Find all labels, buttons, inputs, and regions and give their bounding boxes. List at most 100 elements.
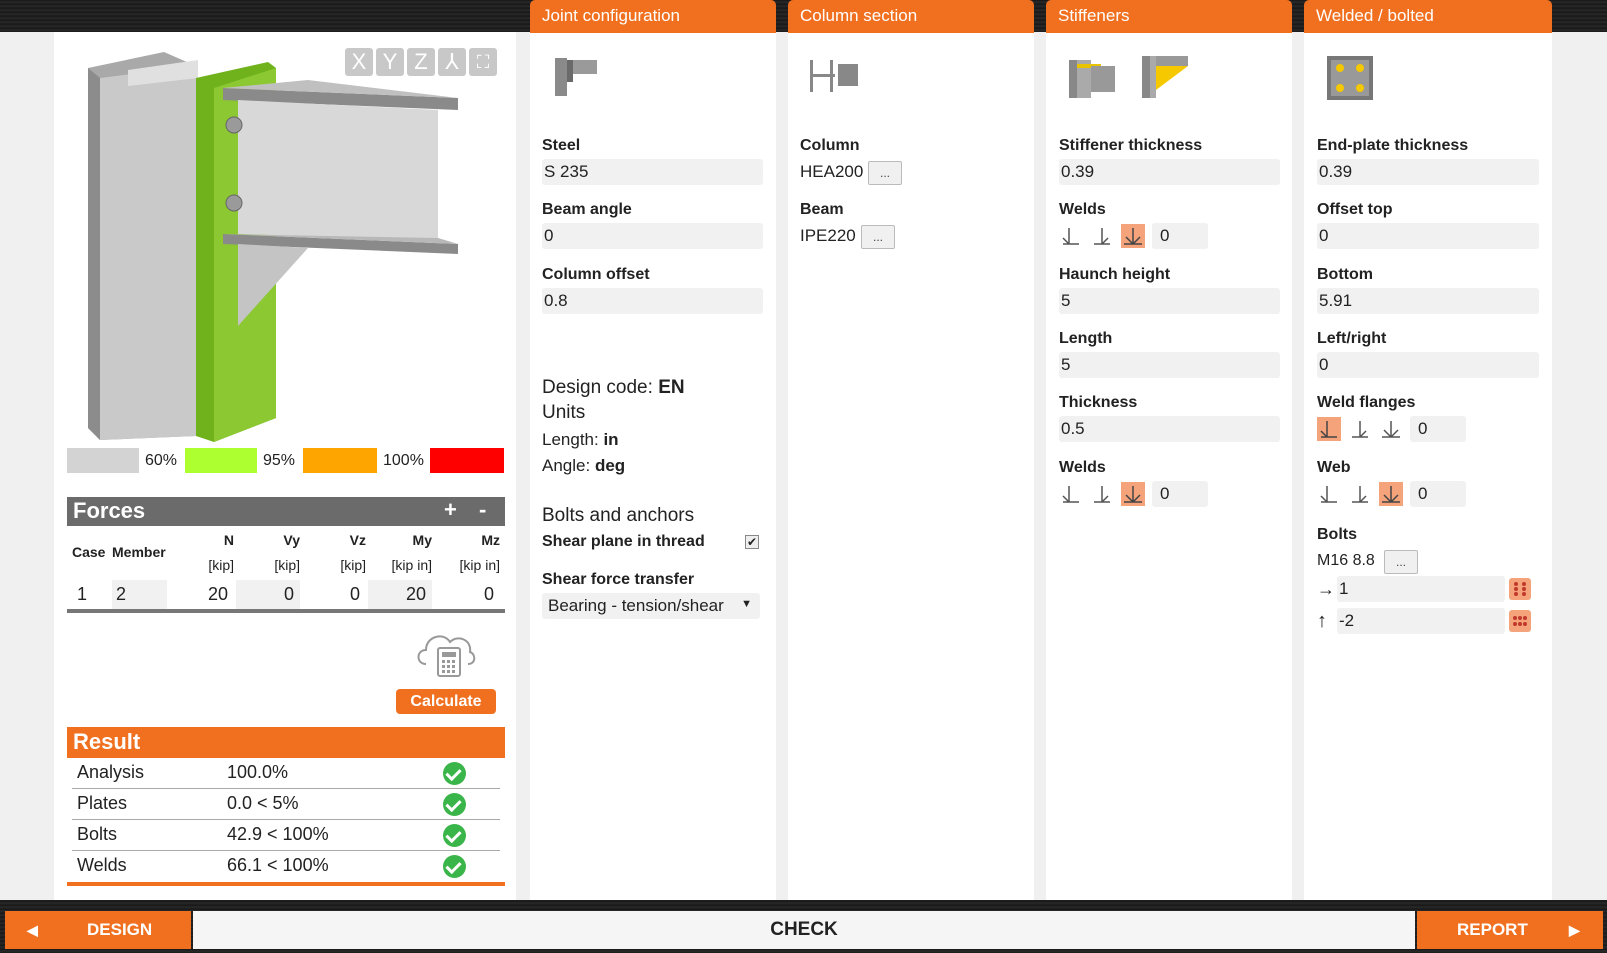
offset-bottom-field[interactable]: 5.91	[1317, 288, 1539, 314]
cell-vy[interactable]: 0	[236, 580, 300, 609]
cell-my[interactable]: 20	[368, 580, 432, 609]
tab-stiffeners[interactable]: Stiffeners	[1046, 0, 1292, 33]
shear-plane-label: Shear plane in thread	[542, 533, 705, 550]
column-label: Column	[800, 137, 860, 154]
column-browse-button[interactable]: ...	[868, 161, 902, 185]
column-offset-field[interactable]: 0.8	[542, 288, 763, 314]
weld-fillet-right-icon[interactable]	[1348, 482, 1372, 506]
bolt-pattern-icon[interactable]	[1509, 610, 1531, 632]
weld-fillet-single-icon[interactable]	[1059, 482, 1083, 506]
weld-fillet-double-icon[interactable]	[1379, 417, 1403, 441]
haunch-type-icon[interactable]	[1140, 54, 1190, 100]
view-iso-button[interactable]: ⅄	[438, 48, 466, 76]
bolts-anchors-heading: Bolts and anchors	[542, 505, 695, 526]
cell-vz[interactable]: 0	[302, 580, 366, 609]
haunch-length-field[interactable]: 5	[1059, 352, 1280, 378]
design-code-value: EN	[658, 377, 685, 398]
check-tab[interactable]: CHECK	[193, 911, 1415, 949]
stiffener-type-icon[interactable]	[1067, 56, 1117, 100]
result-row-plates: Plates 0.0 < 5%	[72, 789, 500, 820]
tab-welded-bolted[interactable]: Welded / bolted	[1304, 0, 1552, 33]
haunch-length-label: Length	[1059, 330, 1113, 347]
check-ok-icon	[443, 855, 466, 878]
check-ok-icon	[443, 824, 466, 847]
haunch-height-label: Haunch height	[1059, 266, 1171, 283]
bolt-rows-horizontal-field[interactable]: 1	[1337, 576, 1505, 602]
fullscreen-icon[interactable]: ⛶	[469, 48, 497, 76]
beam-browse-button[interactable]: ...	[861, 225, 895, 249]
tab-column-section[interactable]: Column section	[788, 0, 1034, 33]
offset-top-field[interactable]: 0	[1317, 223, 1539, 249]
angle-units: Angle: deg	[542, 456, 625, 476]
bolt-pattern-icon[interactable]	[1509, 578, 1531, 600]
add-load-button[interactable]: +	[444, 497, 457, 523]
view-x-button[interactable]: X	[345, 48, 373, 76]
legend-swatch-green	[185, 448, 257, 473]
steel-field[interactable]: S 235	[542, 159, 763, 185]
col-vz: Vz	[349, 532, 366, 548]
view-y-button[interactable]: Y	[376, 48, 404, 76]
weld-fillet-right-icon[interactable]	[1348, 417, 1372, 441]
bolted-endplate-icon[interactable]	[1325, 54, 1375, 102]
haunch-welds-field[interactable]: 0	[1152, 481, 1208, 507]
joint-type-icon[interactable]	[553, 56, 599, 98]
result-name: Welds	[77, 855, 127, 875]
shear-transfer-select[interactable]: Bearing - tension/shear ▼	[542, 593, 760, 619]
result-row-analysis: Analysis 100.0%	[72, 758, 500, 789]
left-right-field[interactable]: 0	[1317, 352, 1539, 378]
offset-bottom-label: Bottom	[1317, 266, 1373, 283]
web-weld-field[interactable]: 0	[1410, 481, 1466, 507]
legend-swatch-gray	[67, 448, 139, 473]
stiffener-welds-field[interactable]: 0	[1152, 223, 1208, 249]
units-label: Units	[542, 402, 586, 423]
bolts-browse-button[interactable]: ...	[1384, 550, 1418, 574]
result-row-bolts: Bolts 42.9 < 100%	[72, 820, 500, 851]
beam-angle-field[interactable]: 0	[542, 223, 763, 249]
tab-joint-configuration[interactable]: Joint configuration	[530, 0, 776, 33]
weld-flanges-field[interactable]: 0	[1410, 416, 1466, 442]
report-button[interactable]: REPORT ▶	[1417, 911, 1603, 949]
report-label: REPORT	[1457, 920, 1528, 939]
endplate-thickness-field[interactable]: 0.39	[1317, 159, 1539, 185]
cell-n[interactable]: 20	[170, 580, 234, 609]
col-case: Case	[72, 544, 106, 560]
haunch-thickness-field[interactable]: 0.5	[1059, 416, 1280, 442]
view-z-button[interactable]: Z	[407, 48, 435, 76]
calculate-button[interactable]: Calculate	[396, 689, 496, 714]
design-code-label: Design code:	[542, 377, 659, 398]
haunch-height-field[interactable]: 5	[1059, 288, 1280, 314]
angle-units-value: deg	[594, 456, 626, 475]
result-underline	[67, 882, 505, 886]
dropdown-arrow-icon: ▼	[741, 598, 752, 610]
cell-mz[interactable]: 0	[434, 580, 500, 609]
bolt-rows-vertical-field[interactable]: -2	[1337, 608, 1505, 634]
cell-member[interactable]: 2	[112, 580, 167, 609]
weld-fillet-single-icon[interactable]	[1317, 482, 1341, 506]
col-member: Member	[112, 544, 166, 560]
weld-fillet-double-icon[interactable]	[1121, 224, 1145, 248]
cloud-calculator-icon	[417, 635, 476, 677]
weld-fillet-double-icon[interactable]	[1121, 482, 1145, 506]
section-type-icon[interactable]	[808, 58, 860, 94]
shear-plane-checkbox[interactable]: ✔	[745, 535, 759, 549]
weld-fillet-right-icon[interactable]	[1090, 224, 1114, 248]
weld-fillet-single-icon[interactable]	[1317, 417, 1341, 441]
length-units: Length: in	[542, 430, 619, 450]
stiffener-thickness-label: Stiffener thickness	[1059, 137, 1203, 154]
result-value: 0.0 < 5%	[227, 793, 299, 813]
weld-flanges-label: Weld flanges	[1317, 394, 1416, 411]
joint-3d-view[interactable]	[78, 48, 478, 448]
beam-angle-label: Beam angle	[542, 201, 632, 218]
unit-mz: [kip in]	[459, 557, 500, 573]
result-name: Analysis	[77, 762, 145, 782]
result-value: 100.0%	[227, 762, 289, 782]
stiffener-thickness-field[interactable]: 0.39	[1059, 159, 1280, 185]
weld-fillet-right-icon[interactable]	[1090, 482, 1114, 506]
col-vy: Vy	[283, 532, 300, 548]
weld-fillet-single-icon[interactable]	[1059, 224, 1083, 248]
weld-fillet-double-icon[interactable]	[1379, 482, 1403, 506]
unit-my: [kip in]	[391, 557, 432, 573]
design-button[interactable]: ◀ DESIGN	[5, 911, 191, 949]
remove-load-button[interactable]: -	[479, 497, 486, 523]
left-right-label: Left/right	[1317, 330, 1387, 347]
